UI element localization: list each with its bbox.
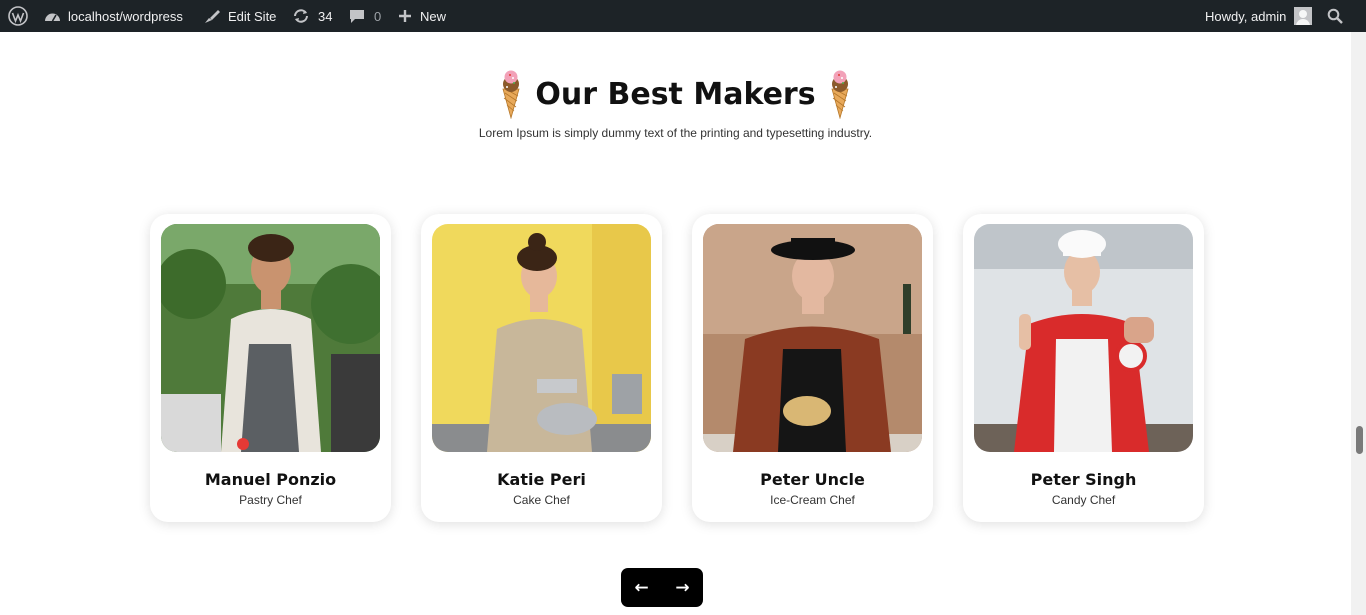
maker-card[interactable]: Peter Singh Candy Chef: [963, 214, 1204, 522]
next-arrow-button[interactable]: →: [668, 578, 698, 598]
new-label: New: [420, 8, 447, 24]
greeting: Howdy, admin: [1205, 8, 1287, 24]
maker-photo: [703, 224, 922, 452]
maker-name: Katie Peri: [497, 470, 586, 489]
ice-cream-icon: [502, 70, 520, 119]
section-subtitle: Lorem Ipsum is simply dummy text of the …: [478, 126, 873, 140]
page-title: Our Best Makers: [535, 76, 816, 112]
maker-card[interactable]: Katie Peri Cake Chef: [421, 214, 662, 522]
wordpress-logo-icon[interactable]: [8, 0, 28, 32]
updates-count: 34: [318, 8, 333, 24]
edit-site-link[interactable]: Edit Site: [203, 0, 276, 32]
site-name-link[interactable]: localhost/wordpress: [44, 0, 183, 32]
site-name: localhost/wordpress: [68, 8, 183, 24]
maker-name: Manuel Ponzio: [204, 470, 337, 489]
scrollbar-thumb[interactable]: [1356, 426, 1363, 454]
prev-arrow-button[interactable]: ←: [627, 578, 657, 598]
maker-role: Pastry Chef: [239, 493, 302, 507]
carousel-nav: ← →: [621, 568, 703, 607]
ice-cream-icon: [831, 70, 849, 119]
comment-icon: [349, 9, 365, 24]
maker-role: Candy Chef: [1051, 493, 1116, 507]
search-icon[interactable]: [1327, 0, 1343, 32]
avatar: [1294, 7, 1313, 25]
maker-card[interactable]: Peter Uncle Ice-Cream Chef: [692, 214, 933, 522]
admin-bar: localhost/wordpress Edit Site 34 0 New H…: [0, 0, 1366, 32]
updates-icon: [292, 8, 310, 24]
section-heading: Our Best Makers: [0, 66, 1351, 122]
maker-photo: [432, 224, 651, 452]
new-content-link[interactable]: New: [398, 0, 446, 32]
scrollbar[interactable]: [1351, 32, 1366, 615]
updates-link[interactable]: 34: [292, 0, 332, 32]
maker-card[interactable]: Manuel Ponzio Pastry Chef: [150, 214, 391, 522]
maker-name: Peter Singh: [1030, 470, 1137, 489]
brush-icon: [203, 8, 221, 24]
comments-count: 0: [374, 8, 382, 24]
account-menu[interactable]: Howdy, admin: [1205, 0, 1313, 32]
edit-site-label: Edit Site: [228, 8, 277, 24]
maker-name: Peter Uncle: [760, 470, 865, 489]
dashboard-icon: [44, 9, 61, 24]
maker-role: Cake Chef: [513, 493, 570, 507]
comments-link[interactable]: 0: [349, 0, 381, 32]
plus-icon: [398, 9, 412, 23]
maker-role: Ice-Cream Chef: [770, 493, 855, 507]
maker-photo: [974, 224, 1193, 452]
maker-photo: [161, 224, 380, 452]
